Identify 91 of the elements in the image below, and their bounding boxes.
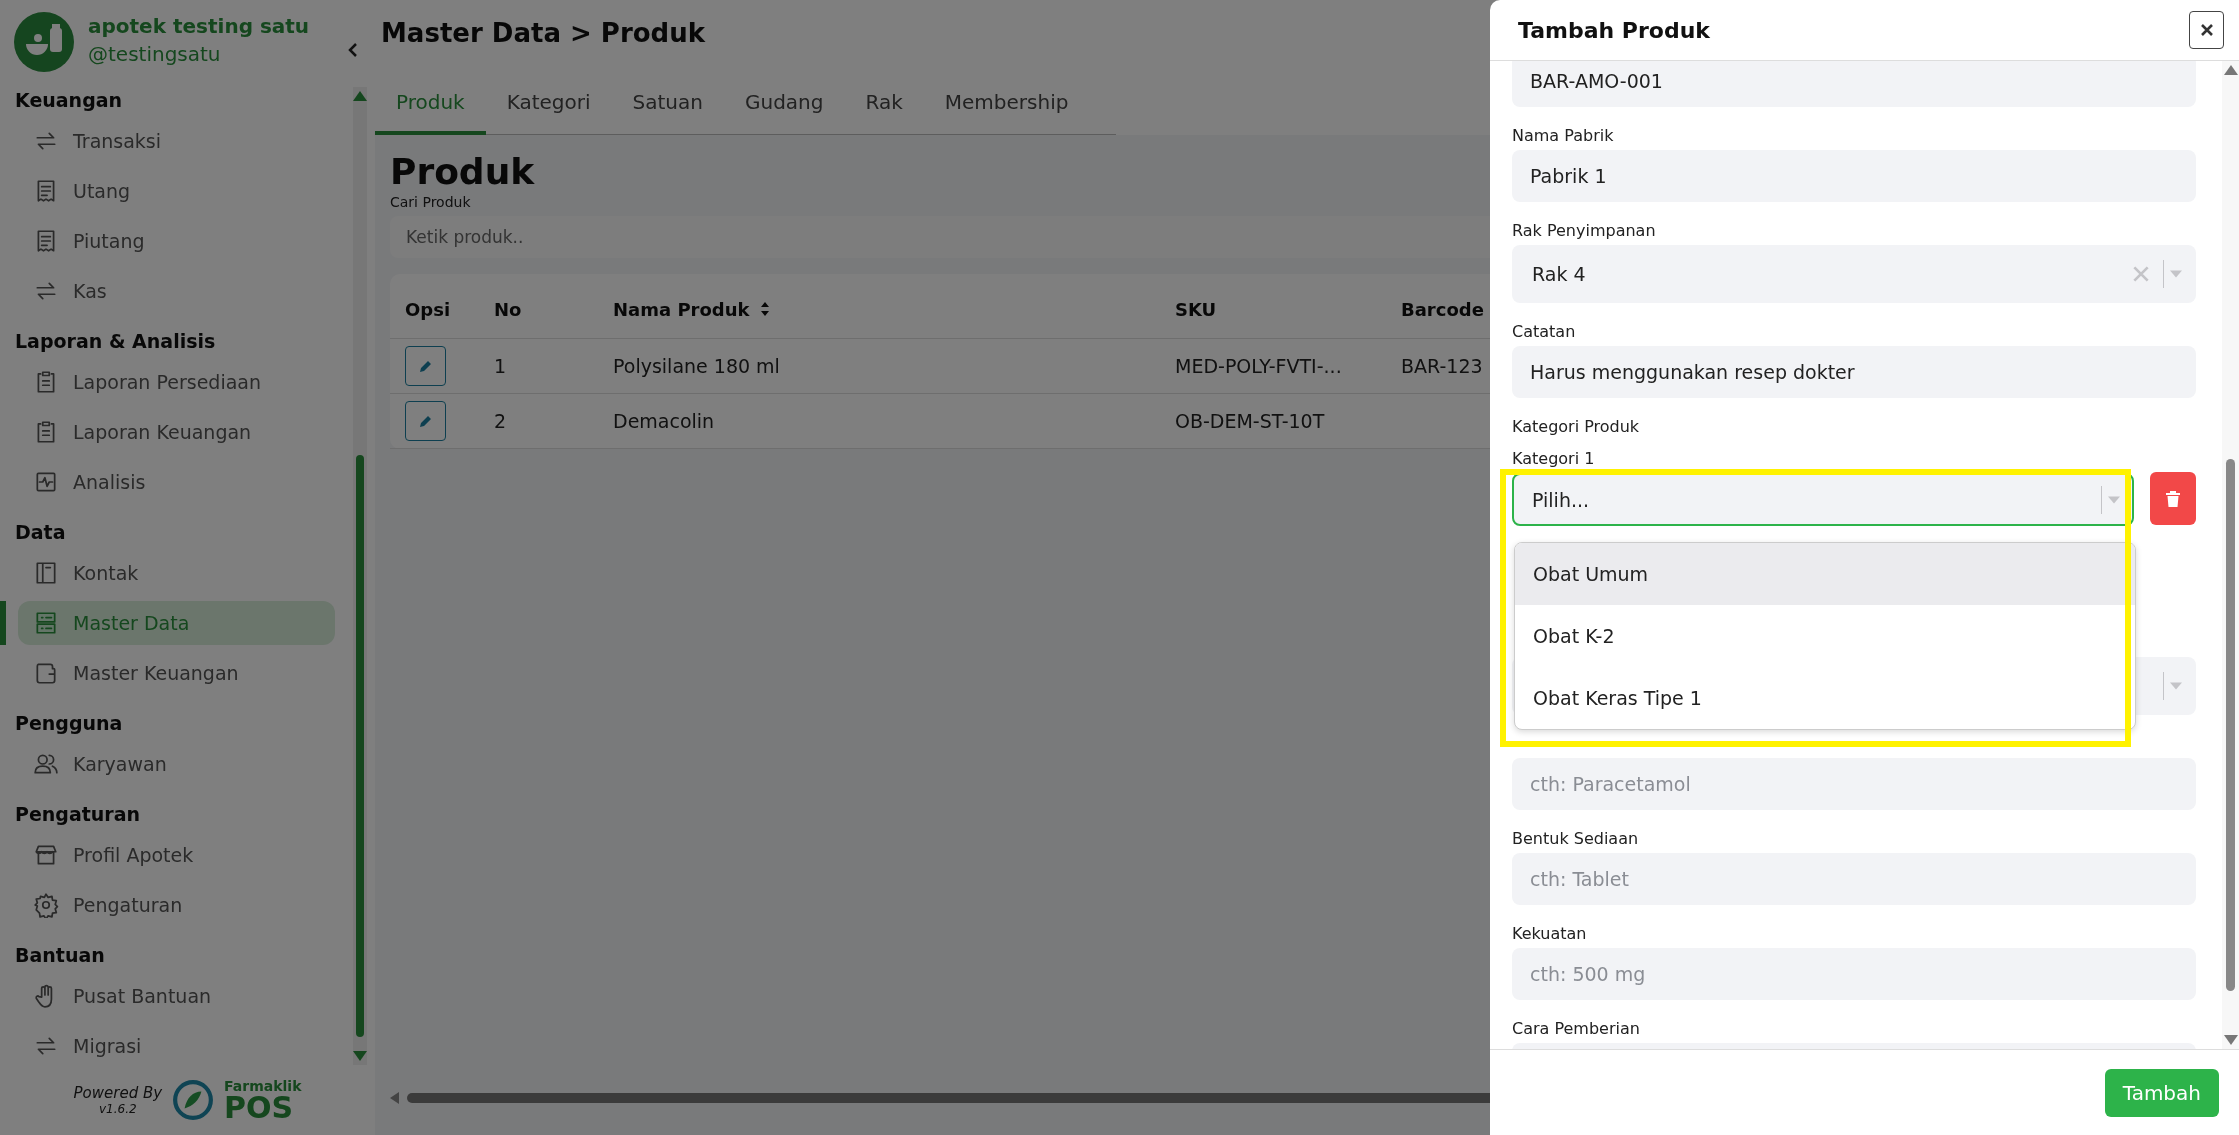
table-cell: MED-POLY-FVTI-...	[1175, 355, 1342, 377]
search-label: Cari Produk	[390, 194, 472, 210]
section-heading: Pengaturan	[14, 802, 142, 827]
edit-button[interactable]	[405, 401, 446, 441]
nav-item[interactable]: Analisis	[18, 460, 335, 504]
pencil-icon	[417, 413, 434, 429]
close-button[interactable]	[2189, 11, 2224, 49]
table-cell: 1	[494, 355, 507, 377]
column-header: SKU	[1175, 298, 1218, 320]
column-header: Nama Produk	[613, 298, 1175, 320]
version-text: v1.6.2	[98, 1102, 138, 1116]
wallet-icon	[33, 660, 59, 686]
nav-item[interactable]: Utang	[18, 169, 335, 213]
tab[interactable]: Kategori	[485, 72, 612, 135]
nav-item[interactable]: Migrasi	[18, 1024, 335, 1068]
gear-icon	[33, 892, 59, 918]
close-icon	[2199, 23, 2214, 37]
section-heading: Keuangan	[14, 88, 124, 113]
add-button[interactable]: Tambah	[2104, 1068, 2219, 1117]
book-icon	[33, 560, 59, 586]
logo-wordmark: POS	[224, 1094, 294, 1122]
drawer-title: Tambah Produk	[1518, 17, 1710, 43]
select-field[interactable]: Rak 4	[1512, 245, 2196, 303]
input-field[interactable]: Pabrik 1	[1512, 150, 2196, 202]
dropdown-option[interactable]: Obat Umum	[1515, 543, 2135, 605]
table-cell: Polysilane 180 ml	[613, 355, 780, 377]
input-field[interactable]: cth: Tablet	[1512, 853, 2196, 905]
field-label: Nama Pabrik	[1512, 125, 1615, 147]
logo-wordmark: Farmaklik	[224, 1078, 302, 1094]
nav-item[interactable]: Piutang	[18, 219, 335, 263]
nav-item[interactable]: Kontak	[18, 551, 335, 595]
tab[interactable]: Membership	[923, 72, 1090, 135]
column-header: Barcode	[1401, 298, 1485, 320]
pharmacy-handle: @testingsatu	[88, 42, 222, 66]
section-heading: Laporan & Analisis	[14, 329, 217, 354]
nav-item[interactable]: Pusat Bantuan	[18, 974, 335, 1018]
database-icon	[33, 610, 59, 636]
caret-icon[interactable]	[2170, 682, 2182, 690]
drawer-scrollbar[interactable]	[2222, 61, 2239, 1049]
input-field[interactable]: cth: Paracetamol	[1512, 758, 2196, 810]
section-title: Produk	[390, 151, 535, 192]
field-label: Kategori 1	[1512, 448, 1596, 470]
nav-item[interactable]: Laporan Keuangan	[18, 410, 335, 454]
input-field[interactable]: BAR-AMO-001	[1512, 61, 2196, 107]
nav-item[interactable]: Kas	[18, 269, 335, 313]
pharmacy-logo-icon	[14, 12, 74, 72]
dropdown-option[interactable]: Obat Keras Tipe 1	[1515, 667, 2135, 729]
input-field[interactable]: cth: 500 mg	[1512, 948, 2196, 1000]
nav-item[interactable]: Laporan Persediaan	[18, 360, 335, 404]
tab[interactable]: Gudang	[724, 72, 845, 135]
field-label: Bentuk Sediaan	[1512, 828, 1640, 850]
group-label: Kategori Produk	[1512, 416, 1641, 438]
tab[interactable]: Rak	[844, 72, 924, 135]
page-title: Master Data > Produk	[380, 17, 705, 50]
nav-item[interactable]: Profil Apotek	[18, 833, 335, 877]
select-field[interactable]: Pilih...	[1512, 473, 2134, 526]
clear-icon[interactable]	[2133, 266, 2149, 282]
field-label: Kekuatan	[1512, 923, 1588, 945]
powered-by-text: Powered By	[73, 1084, 163, 1102]
section-heading: Data	[14, 520, 67, 545]
nav-item[interactable]: Transaksi	[18, 119, 335, 163]
field-label: Catatan	[1512, 321, 1577, 343]
input-field[interactable]: Harus menggunakan resep dokter	[1512, 346, 2196, 398]
pharmacy-name: apotek testing satu	[88, 14, 311, 38]
field-label: Rak Penyimpanan	[1512, 220, 1657, 242]
section-heading: Pengguna	[14, 711, 124, 736]
store-icon	[33, 842, 59, 868]
caret-icon[interactable]	[2170, 270, 2182, 278]
collapse-chevron-icon[interactable]	[347, 42, 359, 58]
tab[interactable]: Satuan	[611, 72, 724, 135]
delete-button[interactable]	[2150, 472, 2196, 525]
nav-item[interactable]: Pengaturan	[18, 883, 335, 927]
table-cell: OB-DEM-ST-10T	[1175, 410, 1325, 432]
caret-icon[interactable]	[2108, 495, 2120, 504]
sidebar-scrollbar[interactable]	[353, 87, 367, 1065]
pencil-icon	[417, 358, 434, 374]
section-heading: Bantuan	[14, 943, 106, 968]
nav-item[interactable]: Master Keuangan	[18, 651, 335, 695]
sort-icon[interactable]	[759, 301, 770, 317]
nav-item[interactable]: Karyawan	[18, 742, 335, 786]
table-cell: BAR-123	[1401, 355, 1483, 377]
table-cell: 2	[494, 410, 507, 432]
edit-button[interactable]	[405, 346, 446, 386]
column-header: Opsi	[405, 298, 452, 320]
table-cell: Demacolin	[613, 410, 715, 432]
pulse-icon	[33, 469, 59, 495]
dropdown-option[interactable]: Obat K-2	[1515, 605, 2135, 667]
column-header: No	[494, 298, 523, 320]
field-label: Cara Pemberian	[1512, 1018, 1641, 1040]
leaf-logo-icon	[172, 1079, 215, 1121]
trash-icon	[2165, 489, 2181, 508]
